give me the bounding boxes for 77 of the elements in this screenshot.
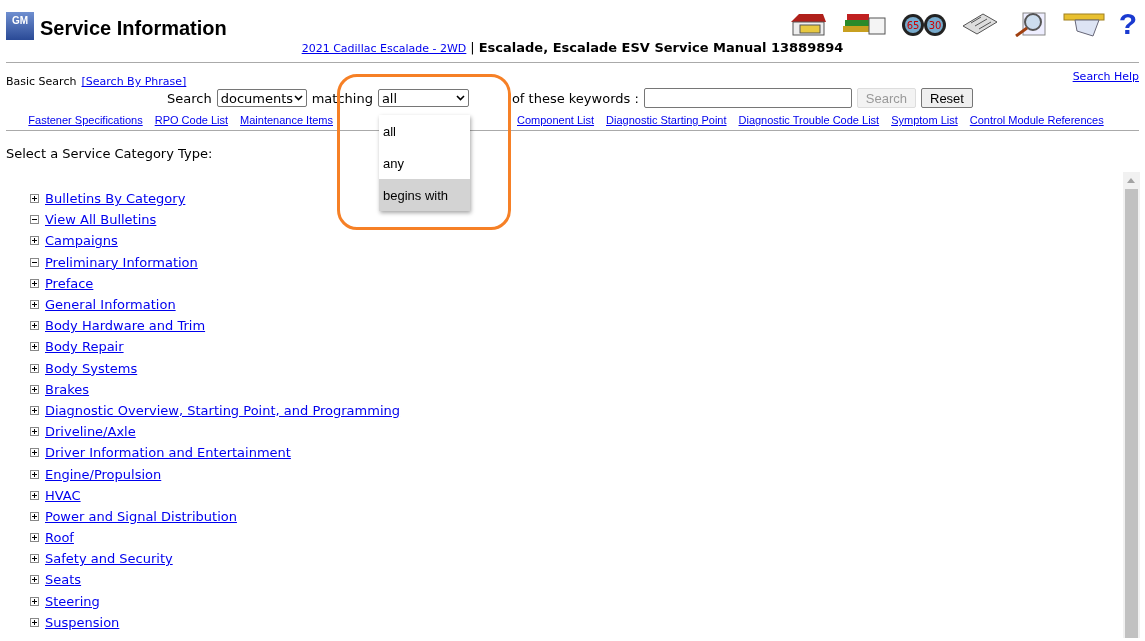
quick-link[interactable]: Diagnostic Trouble Code List [738,114,880,126]
expand-icon[interactable] [30,427,39,437]
scrollbar[interactable] [1123,172,1140,638]
dropdown-option[interactable]: begins with [379,179,470,211]
category-link[interactable]: Safety and Security [45,551,173,567]
newspaper-icon[interactable] [960,12,999,36]
category-link[interactable]: Engine/Propulsion [45,466,162,482]
help-icon[interactable]: ? [1118,10,1137,38]
category-link[interactable]: Body Hardware and Trim [45,318,206,334]
scope-select[interactable]: documents [216,89,307,107]
category-link[interactable]: Body Repair [45,339,124,355]
chevron-down-icon [455,95,465,101]
search-by-phrase-link[interactable]: [Search By Phrase] [81,75,187,88]
expand-icon[interactable] [30,533,39,543]
category-link[interactable]: Diagnostic Overview, Starting Point, and Programming [45,402,400,418]
category-link[interactable]: Steering [45,593,100,609]
expand-icon[interactable] [30,554,39,564]
expand-icon[interactable] [30,236,39,246]
category-link[interactable]: General Information [45,297,176,313]
search-help-link[interactable]: Search Help [1072,70,1139,84]
category-link[interactable]: View All Bulletins [45,212,157,228]
expand-icon[interactable] [30,617,39,627]
category-link[interactable]: Driveline/Axle [45,424,136,440]
category-link[interactable]: Suspension [45,614,120,630]
expand-icon[interactable] [30,321,39,331]
expand-icon[interactable] [30,448,39,458]
collapse-icon[interactable] [30,257,39,267]
search-mode-label: Basic Search [6,75,77,88]
category-link[interactable]: Preface [45,275,94,291]
dropdown-option[interactable]: all [379,115,470,147]
quick-link[interactable]: Diagnostic Starting Point [606,114,727,126]
keywords-field[interactable] [643,88,852,108]
expand-icon[interactable] [30,490,39,500]
expand-icon[interactable] [30,405,39,415]
manual-title: Escalade, Escalade ESV Service Manual 13889894 [478,40,844,55]
expand-icon[interactable] [30,278,39,288]
expand-icon[interactable] [30,511,39,521]
category-link[interactable]: Campaigns [45,233,118,249]
search-label: Search [167,90,212,106]
category-link[interactable]: Bulletins By Category [45,191,186,207]
expand-icon[interactable] [30,575,39,585]
expand-icon[interactable] [30,363,39,373]
category-link[interactable]: Roof [45,530,74,546]
keywords-label: of these keywords : [511,90,639,106]
expand-icon[interactable] [30,342,39,352]
category-link[interactable]: Seats [45,572,82,588]
category-link[interactable]: HVAC [45,487,81,503]
reset-button[interactable]: Reset [921,88,973,108]
category-link[interactable]: Driver Information and Entertainment [45,445,291,461]
books-icon[interactable] [840,12,887,36]
quick-link[interactable]: Component List [517,114,595,126]
category-heading: Select a Service Category Type: [6,146,213,161]
collapse-icon[interactable] [30,215,39,225]
vehicle-link[interactable]: 2021 Cadillac Escalade - 2WD [301,42,467,55]
separator: | [470,40,475,55]
gm-logo: GM [6,12,34,40]
quick-link[interactable]: Fastener Specifications [28,114,143,126]
envelope-icon[interactable] [1062,11,1105,37]
quick-link[interactable]: Maintenance Items [240,114,333,126]
chevron-down-icon [293,95,303,101]
scrollbar-thumb[interactable] [1125,189,1138,638]
quick-link[interactable]: Symptom List [891,114,958,126]
expand-icon[interactable] [30,469,39,479]
category-link[interactable]: Preliminary Information [45,254,198,270]
category-link[interactable]: Brakes [45,381,90,397]
category-link[interactable]: Power and Signal Distribution [45,508,237,524]
quick-link[interactable]: Control Module References [969,114,1104,126]
match-select[interactable]: all [377,89,469,107]
expand-icon[interactable] [30,596,39,606]
expand-icon[interactable] [30,384,39,394]
quick-link[interactable]: RPO Code List [154,114,229,126]
expand-icon[interactable] [30,300,39,310]
category-link[interactable]: Body Systems [45,360,138,376]
dropdown-option[interactable]: any [379,147,470,179]
page-title: Service Information [40,16,227,40]
expand-icon[interactable] [30,194,39,204]
magnifier-icon[interactable] [1012,11,1049,37]
